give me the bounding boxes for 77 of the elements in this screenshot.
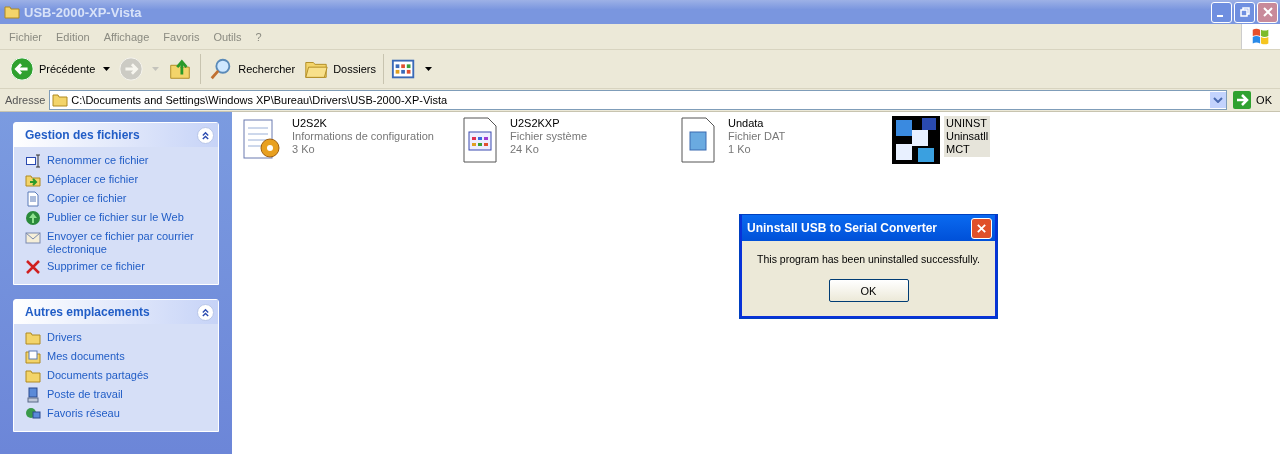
collapse-button[interactable] bbox=[197, 126, 214, 144]
window-title: USB-2000-XP-Vista bbox=[24, 4, 143, 20]
menu-item[interactable]: Fichier bbox=[2, 30, 49, 43]
copy-icon bbox=[25, 191, 41, 207]
file-item[interactable]: U2S2K Informations de configuration 3 Ko bbox=[238, 116, 456, 164]
minimize-icon bbox=[1216, 15, 1223, 17]
search-button[interactable]: Rechercher bbox=[205, 54, 299, 84]
file-item[interactable]: Undata Fichier DAT 1 Ko bbox=[674, 116, 892, 164]
chevron-icon bbox=[1213, 97, 1224, 103]
folder-icon bbox=[25, 330, 41, 346]
task-link[interactable]: Favoris réseau bbox=[25, 407, 210, 422]
task-link[interactable]: Drivers bbox=[25, 331, 210, 346]
close-button[interactable] bbox=[971, 217, 992, 239]
address-field[interactable]: C:\Documents and Settings\Windows XP\Bureau\Drivers\USB-2000-XP-Vista bbox=[49, 90, 1228, 110]
task-link[interactable]: Déplacer ce fichier bbox=[25, 173, 210, 188]
chevron-icon bbox=[201, 130, 210, 140]
go-button[interactable]: OK bbox=[1231, 91, 1278, 109]
back-button[interactable]: Précédente bbox=[6, 54, 114, 84]
go-arrow-icon bbox=[1233, 91, 1252, 109]
folder-icon bbox=[25, 368, 41, 384]
ok-button[interactable]: OK bbox=[828, 279, 909, 302]
dialog-title: Uninstall USB to Serial Converter bbox=[747, 221, 939, 235]
folder-icon bbox=[4, 4, 20, 20]
task-link[interactable]: Mes documents bbox=[25, 350, 210, 365]
file-name: U2S2K bbox=[292, 117, 328, 130]
menu-item[interactable]: Outils bbox=[206, 30, 249, 43]
file-type: Fichier système bbox=[510, 130, 588, 143]
address-label: Adresse bbox=[5, 94, 46, 106]
network-icon bbox=[25, 406, 41, 422]
task-link[interactable]: Publier ce fichier sur le Web bbox=[25, 211, 210, 226]
panel-title: Autres emplacements bbox=[25, 305, 151, 319]
menu-item[interactable]: Edition bbox=[49, 30, 97, 43]
close-icon bbox=[976, 222, 987, 234]
file-size: 3 Ko bbox=[292, 143, 316, 156]
menu-item[interactable]: Favoris bbox=[156, 30, 207, 43]
documents-icon bbox=[25, 349, 41, 365]
chevron-icon bbox=[201, 307, 210, 317]
task-link[interactable]: Copier ce fichier bbox=[25, 192, 210, 207]
restore-button[interactable] bbox=[1234, 1, 1255, 23]
cubes-icon bbox=[892, 116, 940, 164]
file-name: U2S2KXP bbox=[510, 117, 561, 130]
menu-item[interactable]: ? bbox=[248, 30, 269, 43]
task-link[interactable]: Supprimer ce fichier bbox=[25, 260, 210, 275]
task-link[interactable]: Envoyer ce fichier par courrier électronique bbox=[25, 230, 210, 256]
email-icon bbox=[25, 229, 41, 245]
folder-icon bbox=[52, 92, 69, 108]
restore-icon bbox=[1238, 6, 1251, 18]
task-link[interactable]: Documents partagés bbox=[25, 369, 210, 384]
file-type: Uninsatll bbox=[946, 130, 989, 143]
file-name: Undata bbox=[728, 117, 765, 130]
delete-icon bbox=[25, 259, 41, 275]
file-size: 24 Ko bbox=[510, 143, 540, 156]
move-icon bbox=[25, 172, 41, 188]
caret-icon bbox=[424, 67, 432, 71]
file-item[interactable]: UNINST Uninsatll MCT bbox=[892, 116, 1110, 164]
file-item[interactable]: U2S2KXP Fichier système 24 Ko bbox=[456, 116, 674, 164]
dropdown-button[interactable] bbox=[1210, 92, 1227, 108]
minimize-button[interactable] bbox=[1211, 1, 1232, 23]
file-size: 1 Ko bbox=[728, 143, 752, 156]
collapse-button[interactable] bbox=[197, 303, 214, 321]
file-type: Informations de configuration bbox=[292, 130, 434, 143]
caret-icon bbox=[103, 67, 111, 71]
folders-button[interactable]: Dossiers bbox=[300, 54, 379, 84]
task-link[interactable]: Renommer ce fichier bbox=[25, 154, 210, 169]
panel-title: Gestion des fichiers bbox=[25, 128, 141, 142]
dialog-message: This program has been uninstalled successfully. bbox=[757, 253, 980, 265]
file-size: MCT bbox=[946, 143, 971, 156]
computer-icon bbox=[25, 387, 41, 403]
caret-icon bbox=[152, 67, 160, 71]
menu-item[interactable]: Affichage bbox=[96, 30, 157, 43]
file-name: UNINST bbox=[946, 117, 988, 130]
publish-icon bbox=[25, 210, 41, 226]
close-button[interactable] bbox=[1257, 1, 1278, 23]
file-type: Fichier DAT bbox=[728, 130, 786, 143]
task-link[interactable]: Poste de travail bbox=[25, 388, 210, 403]
rename-icon bbox=[25, 153, 41, 169]
close-icon bbox=[1261, 6, 1274, 18]
